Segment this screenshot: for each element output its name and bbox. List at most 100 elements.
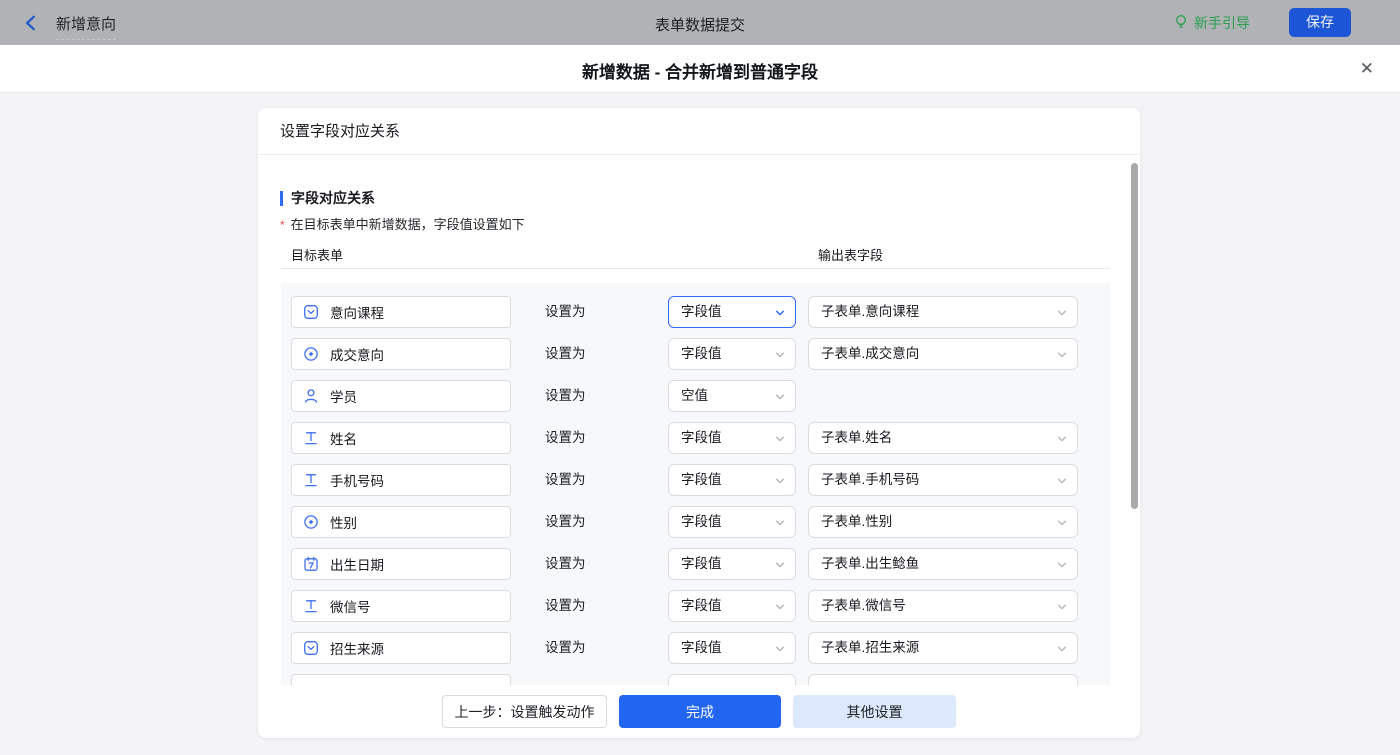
- set-to-label: 设置为: [545, 632, 586, 664]
- value-type-select[interactable]: 字段值: [668, 296, 796, 328]
- chevron-down-icon: [774, 390, 786, 402]
- header-divider: [281, 268, 1110, 269]
- target-field-box[interactable]: 出生日期: [291, 548, 511, 580]
- target-field-box[interactable]: 招生来源: [291, 632, 511, 664]
- text-field-icon: [303, 598, 319, 614]
- target-field-box[interactable]: 微信号: [291, 590, 511, 622]
- done-button[interactable]: 完成: [619, 695, 781, 728]
- chevron-down-icon: [1056, 474, 1068, 486]
- value-type-select[interactable]: 字段值: [668, 506, 796, 538]
- chevron-down-icon: [1056, 558, 1068, 570]
- output-field-select[interactable]: 子表单.手机号码: [808, 464, 1078, 496]
- chevron-down-icon: [774, 306, 786, 318]
- value-type-select[interactable]: [668, 674, 796, 685]
- hint-text: 在目标表单中新增数据，字段值设置如下: [291, 217, 525, 232]
- required-asterisk: *: [280, 218, 285, 232]
- output-field-select[interactable]: 子表单.意向课程: [808, 296, 1078, 328]
- set-to-label: 设置为: [545, 422, 586, 454]
- output-field-selected: 子表单.招生来源: [809, 633, 1077, 663]
- column-header-output: 输出表字段: [818, 245, 883, 264]
- output-field-selected: 子表单.性别: [809, 507, 1077, 537]
- chevron-down-icon: [1056, 306, 1068, 318]
- target-field-box[interactable]: 姓名: [291, 422, 511, 454]
- target-field-label: 出生日期: [330, 554, 384, 574]
- value-type-select[interactable]: 字段值: [668, 464, 796, 496]
- output-field-select[interactable]: 子表单.姓名: [808, 422, 1078, 454]
- target-field-label: 手机号码: [330, 470, 384, 490]
- text-field-icon: [303, 430, 319, 446]
- output-field-selected: 子表单.微信号: [809, 591, 1077, 621]
- field-mapping-row: 微信号 设置为 字段值 子表单.微信号: [281, 590, 1110, 622]
- target-field-box[interactable]: 意向课程: [291, 296, 511, 328]
- chevron-down-icon: [774, 600, 786, 612]
- save-button[interactable]: 保存: [1289, 8, 1351, 37]
- section-accent-bar: [280, 191, 283, 206]
- set-to-label: 设置为: [545, 338, 586, 370]
- output-field-select[interactable]: 子表单.微信号: [808, 590, 1078, 622]
- field-mapping-row: 性别 设置为 字段值 子表单.性别: [281, 506, 1110, 538]
- output-field-select[interactable]: 子表单.出生鲶鱼: [808, 548, 1078, 580]
- chevron-down-icon: [1056, 432, 1068, 444]
- chevron-down-icon: [774, 432, 786, 444]
- target-field-label: 性别: [330, 512, 357, 532]
- value-type-select[interactable]: 字段值: [668, 548, 796, 580]
- column-header-target: 目标表单: [291, 245, 343, 264]
- target-field-box[interactable]: 学员: [291, 380, 511, 412]
- set-to-label: 设置为: [545, 590, 586, 622]
- target-field-box[interactable]: [291, 674, 511, 685]
- chevron-down-icon: [774, 348, 786, 360]
- field-mapping-row: 出生日期 设置为 字段值 子表单.出生鲶鱼: [281, 548, 1110, 580]
- value-type-select[interactable]: 字段值: [668, 632, 796, 664]
- card-title: 设置字段对应关系: [258, 108, 1140, 155]
- chevron-down-icon: [1056, 600, 1068, 612]
- field-mapping-row: 招生来源 设置为 字段值 子表单.招生来源: [281, 632, 1110, 664]
- target-field-label: 姓名: [330, 428, 357, 448]
- set-to-label: 设置为: [545, 548, 586, 580]
- target-field-box[interactable]: 性别: [291, 506, 511, 538]
- chevron-down-icon: [1056, 642, 1068, 654]
- chevron-down-icon: [1056, 348, 1068, 360]
- set-to-label: 设置为: [545, 380, 586, 412]
- beginner-guide-link[interactable]: 新手引导: [1174, 13, 1250, 33]
- value-type-select[interactable]: 字段值: [668, 422, 796, 454]
- calendar-field-icon: [303, 556, 319, 572]
- value-type-select[interactable]: 字段值: [668, 338, 796, 370]
- field-mapping-card: 设置字段对应关系 字段对应关系 *在目标表单中新增数据，字段值设置如下 目标表单…: [258, 108, 1140, 738]
- person-field-icon: [303, 388, 319, 404]
- output-field-selected: 子表单.成交意向: [809, 339, 1077, 369]
- output-field-select[interactable]: 子表单.成交意向: [808, 338, 1078, 370]
- chevron-down-icon: [774, 558, 786, 570]
- field-mapping-row: 成交意向 设置为 字段值 子表单.成交意向: [281, 338, 1110, 370]
- target-field-box[interactable]: 手机号码: [291, 464, 511, 496]
- previous-step-button[interactable]: 上一步：设置触发动作: [442, 695, 607, 728]
- target-field-label: 招生来源: [330, 638, 384, 658]
- field-mapping-row: [281, 674, 1110, 685]
- output-field-select[interactable]: 子表单.性别: [808, 506, 1078, 538]
- required-hint: * 在目标表单中新增数据，字段值设置如下: [280, 214, 525, 233]
- output-field-select[interactable]: [808, 674, 1078, 685]
- vertical-scrollbar-thumb[interactable]: [1131, 163, 1138, 509]
- dialog-title: 新增数据 - 合并新增到普通字段: [0, 58, 1400, 83]
- value-type-select[interactable]: 空值: [668, 380, 796, 412]
- chevron-down-icon: [774, 642, 786, 654]
- close-icon[interactable]: ✕: [1360, 57, 1374, 81]
- field-mapping-row: 学员 设置为 空值: [281, 380, 1110, 412]
- target-field-label: 学员: [330, 386, 357, 406]
- field-mapping-row: 姓名 设置为 字段值 子表单.姓名: [281, 422, 1110, 454]
- set-to-label: 设置为: [545, 464, 586, 496]
- field-mapping-row: 手机号码 设置为 字段值 子表单.手机号码: [281, 464, 1110, 496]
- output-field-select[interactable]: 子表单.招生来源: [808, 632, 1078, 664]
- radio-field-icon: [303, 514, 319, 530]
- beginner-guide-label: 新手引导: [1194, 13, 1250, 33]
- output-field-selected: 子表单.姓名: [809, 423, 1077, 453]
- lightbulb-icon: [1174, 14, 1188, 33]
- text-field-icon: [303, 472, 319, 488]
- select-field-icon: [303, 304, 319, 320]
- topbar: 新增意向 表单数据提交 新手引导 保存: [0, 0, 1400, 45]
- radio-field-icon: [303, 346, 319, 362]
- value-type-select[interactable]: 字段值: [668, 590, 796, 622]
- other-settings-button[interactable]: 其他设置: [793, 695, 956, 728]
- dialog-header: 新增数据 - 合并新增到普通字段 ✕: [0, 45, 1400, 93]
- target-field-box[interactable]: 成交意向: [291, 338, 511, 370]
- field-rows: 意向课程 设置为 字段值 子表单.意向课程 成交意向 设置为 字段值 子表单.成…: [281, 283, 1110, 685]
